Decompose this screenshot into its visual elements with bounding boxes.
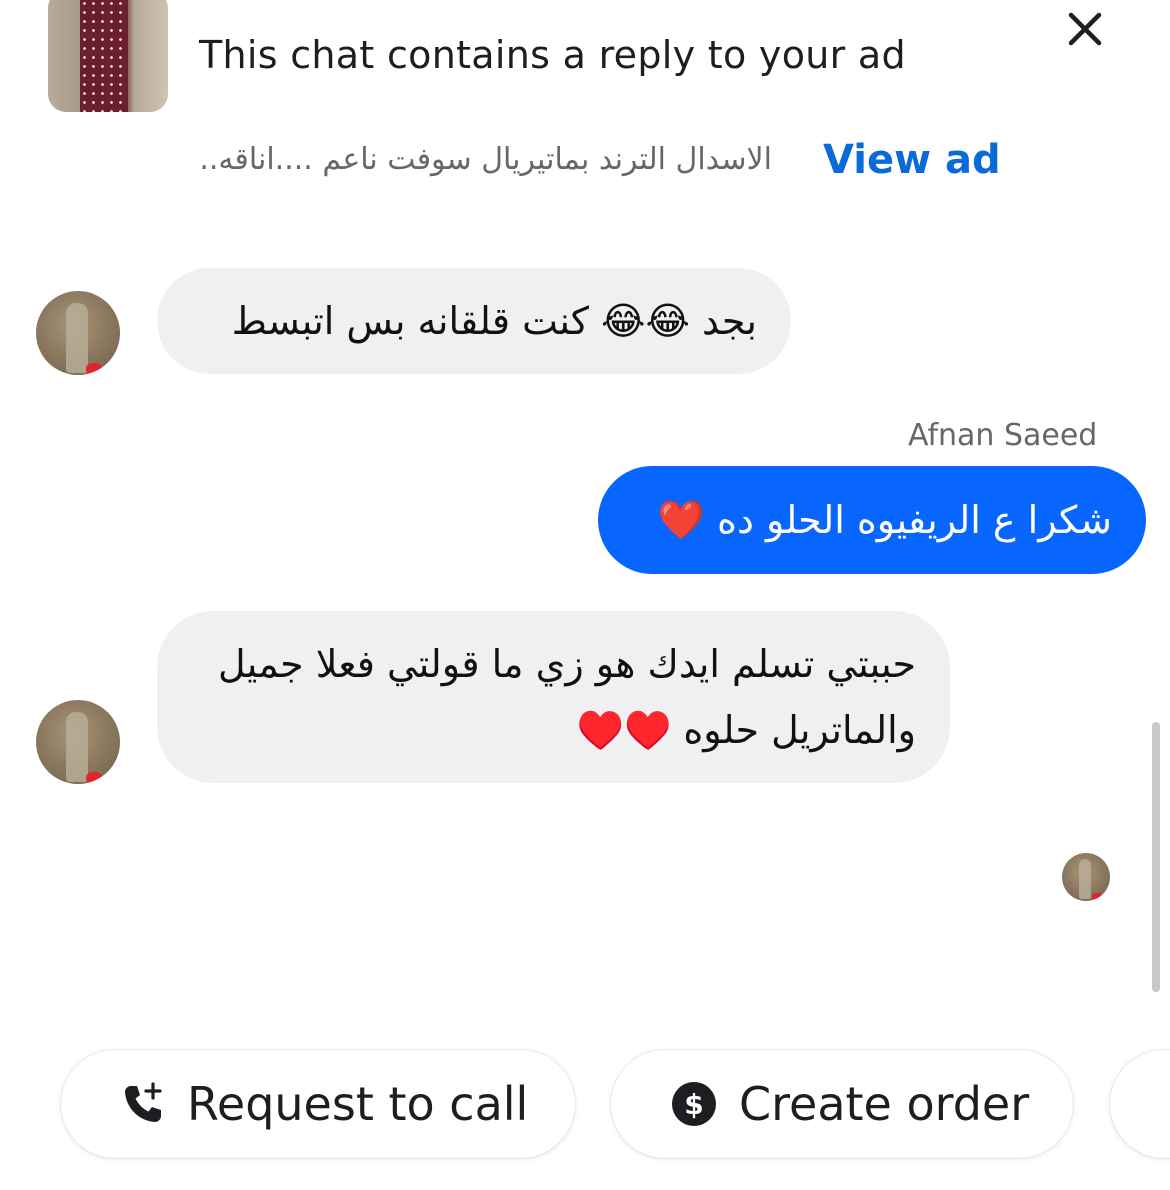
view-ad-link[interactable]: View ad [823,137,1001,183]
message-text-line: حببتي تسلم ايدك هو زي ما قولتي فعلا جميل [217,642,916,686]
create-order-label: Create order [739,1077,1030,1131]
request-call-button[interactable]: Request to call [61,1050,575,1158]
more-actions-chip[interactable] [1110,1050,1170,1158]
svg-text:$: $ [684,1088,703,1121]
message-text-line: والماتريل حلوه ♥️♥️ [576,708,916,752]
ad-snippet: الاسدال الترند بماتيريال سوفت ناعم ....ا… [198,142,772,177]
message-text: بجد 😂😂 كنت قلقانه بس اتبسط [231,299,757,343]
ad-thumbnail[interactable] [48,0,168,112]
incoming-message[interactable]: حببتي تسلم ايدك هو زي ما قولتي فعلا جميل… [157,611,950,783]
incoming-message[interactable]: بجد 😂😂 كنت قلقانه بس اتبسط [157,268,791,374]
outgoing-message[interactable]: شكرا ع الريفيوه الحلو ده ❤️ [598,466,1146,574]
ad-banner-title: This chat contains a reply to your ad [199,33,906,77]
sender-name: Afnan Saeed [908,418,1098,453]
dress-image [80,0,128,112]
dollar-circle-icon: $ [671,1081,717,1127]
seen-avatar [1062,853,1110,901]
contact-avatar[interactable] [36,700,120,784]
chat-screen: This chat contains a reply to your ad ال… [0,0,1170,1190]
phone-add-icon [119,1080,167,1128]
contact-avatar[interactable] [36,291,120,375]
message-text: شكرا ع الريفيوه الحلو ده ❤️ [657,498,1112,542]
close-icon[interactable] [1062,6,1108,52]
create-order-button[interactable]: $ Create order [611,1050,1073,1158]
request-call-label: Request to call [187,1077,529,1131]
scrollbar[interactable] [1152,722,1160,992]
